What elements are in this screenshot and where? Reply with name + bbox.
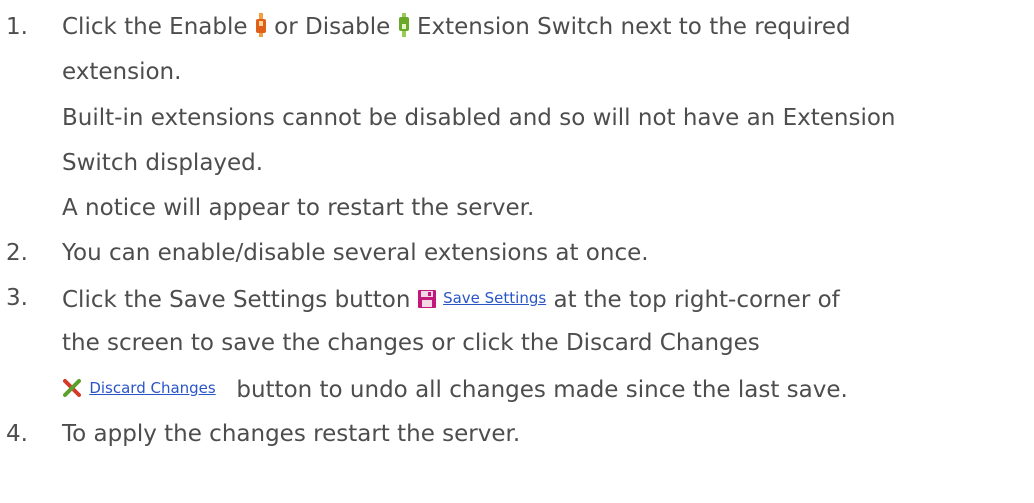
- step-text: at the top right-corner of: [553, 287, 840, 313]
- step-text: or Disable: [274, 14, 391, 40]
- save-icon: [417, 286, 436, 308]
- disable-switch-icon: [398, 12, 410, 37]
- step-text: Click the Save Settings button: [62, 287, 411, 313]
- step-number: 3.: [6, 285, 28, 311]
- discard-changes-link[interactable]: Discard Changes: [89, 379, 215, 397]
- step-text: You can enable/disable several extension…: [62, 240, 649, 266]
- note-text: Switch displayed.: [62, 150, 264, 176]
- step-number: 1.: [6, 14, 28, 40]
- step-text: extension.: [62, 59, 182, 85]
- note-text: A notice will appear to restart the serv…: [62, 195, 535, 221]
- step-number: 2.: [6, 240, 28, 266]
- step-number: 4.: [6, 421, 28, 447]
- discard-icon: [62, 376, 82, 397]
- step-text: Click the Enable: [62, 14, 248, 40]
- save-settings-link[interactable]: Save Settings: [443, 289, 546, 307]
- step-text: the screen to save the changes or click …: [62, 330, 760, 356]
- step-text: Extension Switch next to the required: [416, 14, 851, 40]
- note-text: Built-in extensions cannot be disabled a…: [62, 105, 896, 131]
- step-text: To apply the changes restart the server.: [62, 421, 521, 447]
- enable-switch-icon: [255, 12, 267, 37]
- step-text: button to undo all changes made since th…: [236, 377, 848, 403]
